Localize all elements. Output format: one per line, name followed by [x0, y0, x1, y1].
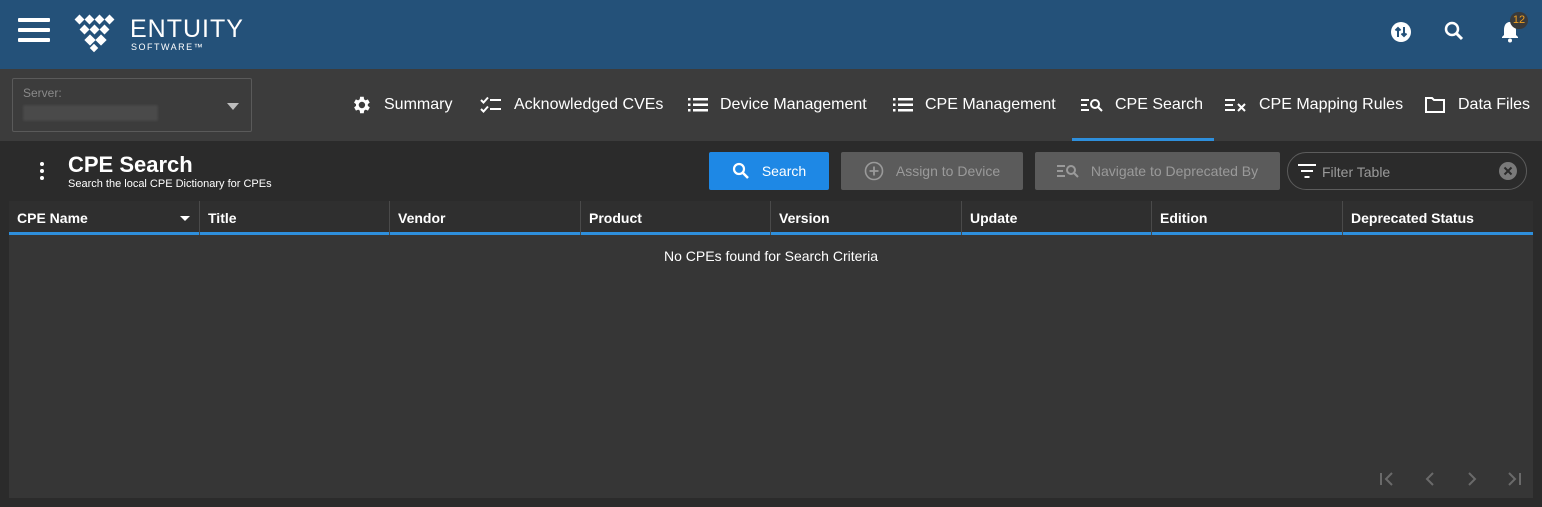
tab-device-management[interactable]: Device Management: [688, 69, 867, 141]
page-title: CPE Search: [68, 152, 193, 177]
page-subtitle: Search the local CPE Dictionary for CPEs: [68, 178, 272, 190]
column-header-update[interactable]: Update: [961, 201, 1152, 235]
filter-table-field[interactable]: [1287, 152, 1527, 190]
column-header-product[interactable]: Product: [580, 201, 771, 235]
last-page-icon[interactable]: [1503, 468, 1525, 490]
tab-label: Device Management: [720, 96, 867, 113]
list-icon: [688, 98, 708, 112]
tab-summary[interactable]: Summary: [350, 69, 452, 141]
assign-button-label: Assign to Device: [895, 163, 1001, 179]
navigate-button-label: Navigate to Deprecated By: [1090, 163, 1259, 179]
tab-label: CPE Search: [1115, 96, 1204, 113]
notification-badge: 12: [1510, 12, 1528, 29]
tab-label: CPE Management: [925, 96, 1056, 113]
tab-cpe-mapping-rules[interactable]: CPE Mapping Rules: [1225, 69, 1403, 141]
cpe-table: CPE Name Title Vendor Product Version Up…: [9, 201, 1533, 498]
gear-icon: [354, 96, 370, 114]
tab-label: CPE Mapping Rules: [1259, 96, 1404, 113]
table-header: CPE Name Title Vendor Product Version Up…: [9, 201, 1533, 235]
folder-icon: [1425, 97, 1445, 113]
search-icon: [732, 162, 749, 179]
list-search-icon: [1056, 165, 1079, 178]
tab-data-files[interactable]: Data Files: [1424, 69, 1530, 141]
first-page-icon[interactable]: [1376, 468, 1398, 490]
next-page-icon[interactable]: [1461, 468, 1483, 490]
previous-page-icon[interactable]: [1419, 468, 1441, 490]
list-icon: [893, 98, 913, 112]
list-x-icon: [1225, 99, 1246, 112]
empty-table-message: No CPEs found for Search Criteria: [664, 248, 878, 264]
tab-cpe-management[interactable]: CPE Management: [893, 69, 1056, 141]
tab-acknowledged-cves[interactable]: Acknowledged CVEs: [480, 69, 663, 141]
tab-label: Data Files: [1458, 96, 1531, 113]
server-select[interactable]: Server:: [12, 78, 252, 132]
column-header-title[interactable]: Title: [199, 201, 390, 235]
column-header-deprecated-status[interactable]: Deprecated Status: [1342, 201, 1533, 235]
tab-label: Summary: [384, 96, 453, 113]
search-button-label: Search: [761, 163, 807, 179]
navigate-deprecated-button[interactable]: Navigate to Deprecated By: [1035, 152, 1280, 190]
logo-mark-icon: [74, 14, 115, 53]
tab-cpe-search[interactable]: CPE Search: [1072, 69, 1215, 141]
filter-input[interactable]: [1322, 161, 1492, 183]
entuity-logo[interactable]: ENTUITY SOFTWARE™: [72, 12, 252, 56]
sort-down-icon: [180, 216, 190, 221]
clear-icon[interactable]: [1498, 161, 1518, 181]
search-icon[interactable]: [1441, 18, 1467, 44]
nav-bar: Server: Summary Acknowledged CVEs Device…: [0, 69, 1542, 141]
more-vert-icon[interactable]: [38, 162, 46, 182]
column-header-version[interactable]: Version: [770, 201, 961, 235]
hamburger-icon[interactable]: [18, 18, 50, 42]
assign-to-device-button[interactable]: Assign to Device: [841, 152, 1023, 190]
add-circle-icon: [864, 161, 884, 181]
filter-icon: [1298, 164, 1316, 178]
logo-wordmark: ENTUITY: [130, 15, 244, 43]
list-search-icon: [1081, 99, 1103, 112]
column-header-edition[interactable]: Edition: [1151, 201, 1342, 235]
column-header-cpe-name[interactable]: CPE Name: [9, 201, 200, 235]
search-button[interactable]: Search: [709, 152, 829, 190]
checklist-icon: [480, 96, 501, 113]
column-header-vendor[interactable]: Vendor: [389, 201, 580, 235]
server-value-redacted: [23, 105, 158, 121]
swap-icon[interactable]: [1388, 18, 1414, 44]
tab-label: Acknowledged CVEs: [514, 96, 664, 113]
chevron-down-icon: [227, 103, 239, 110]
logo-subtitle: SOFTWARE™: [131, 42, 205, 52]
server-label: Server:: [23, 86, 62, 100]
top-bar: ENTUITY SOFTWARE™ 12: [0, 0, 1542, 69]
